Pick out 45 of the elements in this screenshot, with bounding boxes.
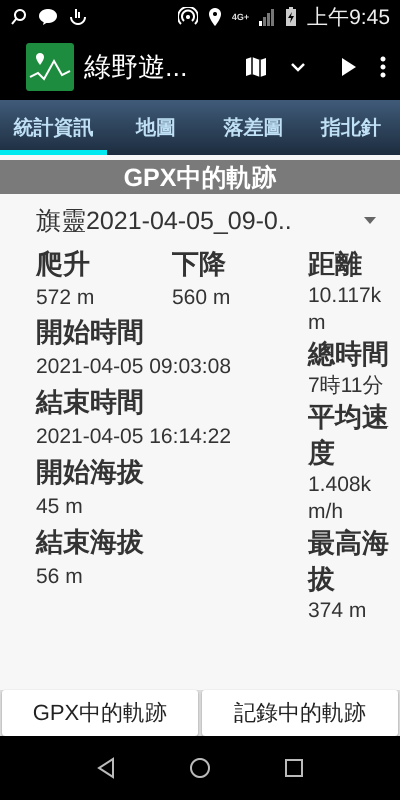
stat-label: 開始海拔 [36,456,145,489]
clock: 上午9:45 [307,5,390,31]
stat-label: 下降 [172,248,227,281]
battery-charging-icon [285,7,298,27]
stat-label: 總時間 [308,338,390,371]
stat-value: 1.408km/h [308,472,372,525]
back-icon[interactable] [96,757,116,779]
app-logo-icon [26,43,74,91]
stat-label: 平均速度 [308,401,390,470]
stat-label: 結束海拔 [36,526,145,559]
stat-value: 2021-04-05 09:03:08 [36,354,232,380]
track-source-button[interactable]: 記錄中的軌跡 [202,690,398,736]
tab[interactable]: 落差圖 [204,100,302,155]
tab[interactable]: 指北針 [302,100,400,155]
home-icon[interactable] [188,757,211,779]
stat-label: 開始時間 [36,316,145,349]
stat-label: 最高海拔 [308,527,390,596]
recents-icon[interactable] [284,758,304,778]
map-icon[interactable] [244,55,268,79]
chat-bubble-icon [38,8,58,26]
stat-value: 572 m [36,285,96,311]
stat-value: 10.117km [308,283,382,336]
stat-value: 560 m [172,285,232,311]
search-icon [10,8,28,26]
stat-label: 距離 [308,248,363,281]
signal-icon [259,8,276,26]
tab[interactable]: 統計資訊 [0,100,108,155]
stat-label: 爬升 [36,248,91,281]
stat-value: 374 m [308,598,368,624]
more-icon[interactable] [378,55,388,79]
app-notification-icon [68,7,88,27]
track-source-button[interactable]: GPX中的軌跡 [2,690,198,736]
stat-value: 7時11分 [308,373,384,399]
stat-label: 結束時間 [36,386,145,419]
tab[interactable]: 地圖 [107,100,205,155]
hotspot-icon [178,7,198,27]
track-dropdown[interactable]: 旗靈2021-04-05_09-0.. [0,194,400,246]
stat-value: 45 m [36,494,84,520]
stat-value: 56 m [36,564,84,590]
location-icon [208,7,222,27]
section-header: GPX中的軌跡 [0,160,400,194]
network-type: 4G+ [232,12,250,22]
dropdown-caret-icon [364,216,376,224]
stat-value: 2021-04-05 16:14:22 [36,424,232,450]
app-title: 綠野遊... [84,51,189,84]
